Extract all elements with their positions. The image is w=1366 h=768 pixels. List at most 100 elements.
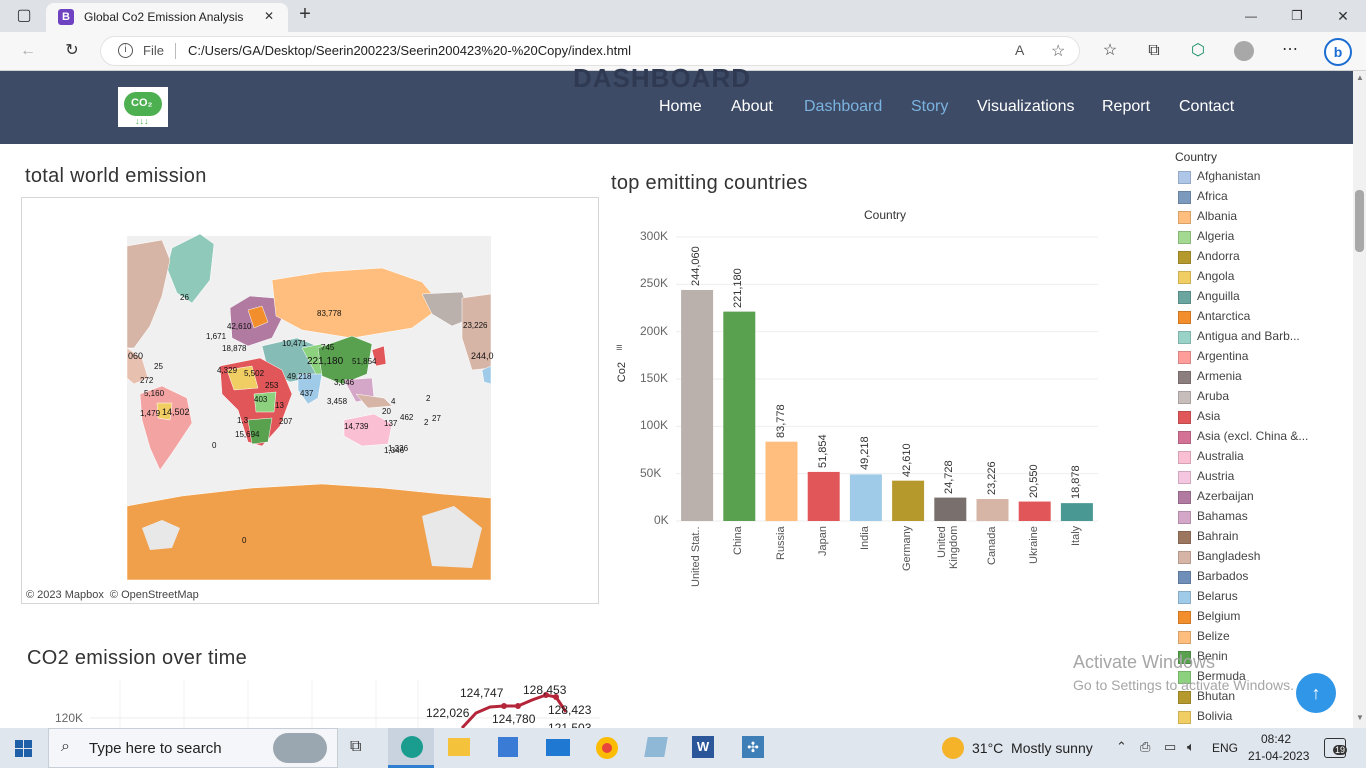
map-label: 0 (242, 536, 247, 545)
map-label: 1,671 (206, 332, 227, 341)
legend-label: Aruba (1197, 389, 1230, 403)
windows-start-icon[interactable] (15, 740, 32, 757)
browser-titlebar: ▢ B Global Co2 Emission Analysis ✕ + — ❐… (0, 0, 1366, 32)
nav-contact[interactable]: Contact (1179, 98, 1234, 116)
read-aloud-icon[interactable]: A (1015, 42, 1024, 58)
extensions-icon[interactable]: ⬡ (1188, 41, 1208, 61)
map-label: 462 (400, 413, 414, 422)
taskbar-search[interactable]: ⌕ Type here to search (48, 728, 338, 768)
tab-actions-icon[interactable]: ▢ (14, 6, 34, 26)
nav-visualizations[interactable]: Visualizations (977, 98, 1075, 116)
scroll-up-arrow-icon[interactable]: ▲ (1356, 73, 1364, 82)
legend-swatch (1178, 551, 1191, 564)
favorites-icon[interactable]: ☆ (1100, 41, 1120, 61)
scroll-down-arrow-icon[interactable]: ▼ (1356, 713, 1364, 722)
bar-category-label: Ukraine (1027, 526, 1040, 564)
file-label: File (143, 43, 164, 58)
legend-label: Afghanistan (1197, 169, 1261, 183)
weather-icon (942, 737, 964, 759)
map-label: 253 (265, 381, 279, 390)
favorite-star-icon[interactable]: ☆ (1051, 41, 1065, 61)
nav-story[interactable]: Story (911, 98, 948, 116)
nav-about[interactable]: About (731, 98, 773, 116)
profile-avatar[interactable] (1234, 41, 1254, 61)
store-icon[interactable] (498, 737, 518, 757)
battery-icon[interactable]: ▭ (1164, 739, 1176, 755)
bar-y-tick: 300K (640, 229, 669, 243)
world-map-frame[interactable]: 26 83,778 23,226 221,180 10,471 745 51,8… (21, 197, 599, 604)
close-window-button[interactable]: ✕ (1332, 6, 1354, 26)
url-text[interactable]: C:/Users/GA/Desktop/Seerin200223/Seerin2… (188, 43, 631, 58)
bar-russia (765, 441, 798, 521)
legend-swatch (1178, 391, 1191, 404)
chrome-icon[interactable] (596, 737, 618, 759)
bar-y-tick: 250K (640, 276, 669, 291)
legend-label: Anguilla (1197, 289, 1240, 303)
nav-home[interactable]: Home (659, 98, 702, 116)
legend-label: Antarctica (1197, 309, 1251, 323)
legend-swatch (1178, 531, 1191, 544)
edge-app-icon[interactable] (388, 728, 434, 768)
network-icon[interactable]: ⎙ (1140, 739, 1150, 755)
mail-icon[interactable] (546, 739, 570, 756)
minimize-button[interactable]: — (1240, 6, 1262, 26)
world-map[interactable] (22, 198, 600, 605)
map-label: 51,854 (352, 357, 377, 366)
address-bar[interactable]: i File C:/Users/GA/Desktop/Seerin200223/… (100, 36, 1080, 66)
ghost-heading: DASHBOARD (573, 63, 751, 93)
sticky-app-icon[interactable] (644, 737, 668, 757)
map-label: 221,180 (307, 356, 344, 367)
legend-label: Algeria (1197, 229, 1235, 243)
word-icon[interactable]: W (692, 736, 714, 758)
legend-swatch (1178, 411, 1191, 424)
language-indicator[interactable]: ENG (1212, 741, 1238, 755)
map-label: 1,3 (237, 416, 249, 425)
info-icon[interactable]: i (118, 43, 133, 58)
legend-swatch (1178, 191, 1191, 204)
bar-india (849, 474, 882, 521)
bar-chart-subtitle: Country (864, 208, 907, 222)
chevron-up-icon[interactable]: ⌃ (1116, 739, 1127, 755)
maximize-button[interactable]: ❐ (1286, 6, 1308, 26)
bar-y-tick: 150K (640, 371, 669, 385)
map-label: 244,0 (471, 351, 494, 361)
bar-category-label: Canada (985, 526, 998, 565)
tab-close-icon[interactable]: ✕ (264, 9, 274, 23)
nav-dashboard[interactable]: Dashboard (804, 98, 882, 116)
back-arrow-icon[interactable]: ← (18, 41, 38, 61)
snipping-tool-icon[interactable]: ✣ (742, 736, 764, 758)
legend-label: Bahamas (1197, 509, 1248, 523)
bar-value-label: 244,060 (690, 246, 703, 286)
manatee-icon (273, 733, 327, 763)
line-point-label: 128,453 (523, 683, 567, 697)
logo-text: CO₂ (131, 97, 153, 109)
windows-taskbar: ⌕ Type here to search ⧉ W ✣ 31°C Mostly … (0, 728, 1366, 768)
more-menu-icon[interactable]: ⋯ (1280, 40, 1300, 60)
map-label: 745 (321, 343, 335, 352)
file-explorer-icon[interactable] (448, 738, 470, 756)
volume-icon[interactable]: 🔈︎ (1187, 739, 1195, 755)
legend-swatch (1178, 211, 1191, 224)
weather-text[interactable]: 31°C Mostly sunny (972, 740, 1093, 756)
page-scrollbar[interactable]: ▲ ▼ (1353, 71, 1366, 728)
clock-time[interactable]: 08:42 (1261, 732, 1291, 746)
bing-icon[interactable]: b (1324, 38, 1352, 66)
bar-value-label: 24,728 (943, 459, 956, 494)
nav-report[interactable]: Report (1102, 98, 1150, 116)
site-logo[interactable]: CO₂ ↓↓↓ (118, 87, 168, 127)
activate-windows-subtitle: Go to Settings to activate Windows. (1073, 677, 1294, 693)
sort-icon[interactable]: ≡ (616, 343, 622, 354)
tab-title: Global Co2 Emission Analysis (84, 10, 244, 24)
scrollbar-thumb[interactable] (1355, 190, 1364, 252)
new-tab-button[interactable]: + (294, 4, 316, 24)
task-view-icon[interactable]: ⧉ (350, 738, 361, 756)
notifications-icon[interactable]: 19 (1324, 738, 1348, 758)
collections-icon[interactable]: ⧉ (1144, 41, 1164, 61)
bar-value-label: 49,218 (858, 436, 871, 471)
bar-category-label: India (858, 526, 871, 550)
refresh-icon[interactable]: ↻ (62, 41, 82, 61)
browser-tab[interactable]: B Global Co2 Emission Analysis ✕ (46, 3, 288, 32)
back-to-top-button[interactable]: ↑ (1296, 673, 1336, 713)
map-attribution[interactable]: © 2023 Mapbox © OpenStreetMap (26, 589, 199, 601)
clock-date[interactable]: 21-04-2023 (1248, 749, 1309, 763)
